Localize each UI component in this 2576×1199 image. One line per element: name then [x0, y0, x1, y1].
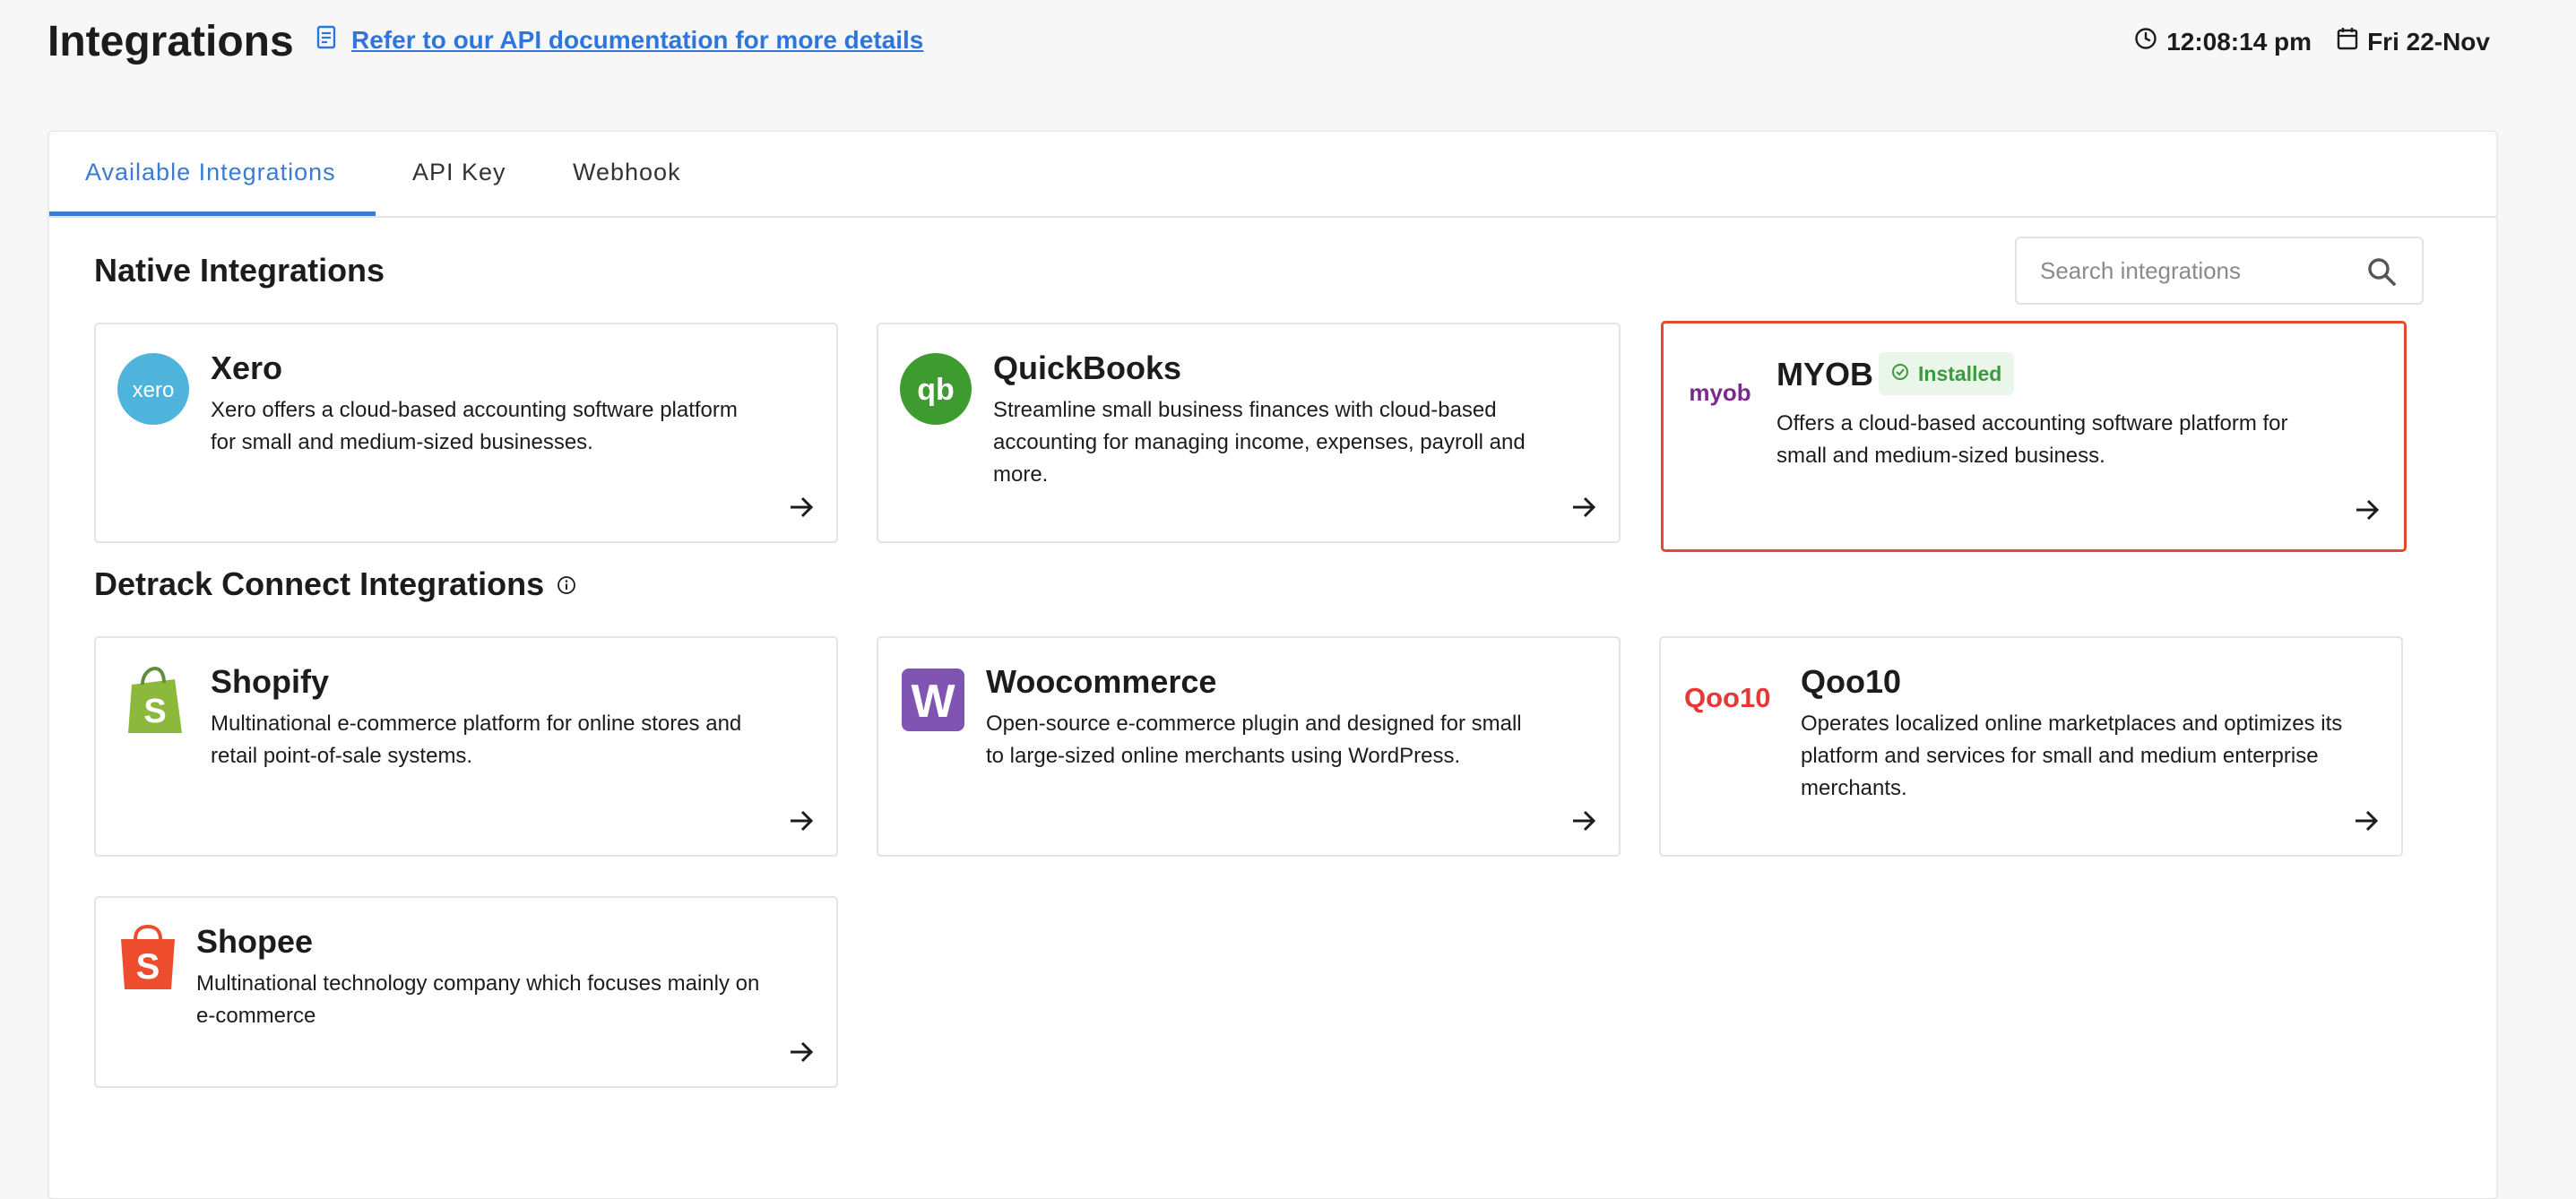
page-title: Integrations	[48, 18, 294, 65]
integration-card-qoo10[interactable]: Qoo10 Qoo10 Operates localized online ma…	[1659, 636, 2403, 857]
native-integrations-title: Native Integrations	[94, 252, 385, 289]
active-tab-indicator	[49, 211, 376, 216]
arrow-right-icon[interactable]	[788, 807, 815, 839]
shopee-logo: S	[117, 924, 178, 997]
woocommerce-logo: W	[902, 669, 964, 736]
myob-logo: myob	[1689, 375, 1751, 416]
tab-available-integrations[interactable]: Available Integrations	[85, 159, 336, 186]
card-title: QuickBooks	[993, 349, 1182, 386]
qoo10-logo: Qoo10	[1684, 679, 1777, 720]
document-icon	[316, 25, 339, 55]
svg-text:S: S	[136, 947, 160, 987]
svg-text:Qoo10: Qoo10	[1684, 682, 1770, 713]
integration-card-shopee[interactable]: S Shopee Multinational technology compan…	[94, 896, 838, 1088]
svg-text:qb: qb	[917, 373, 955, 407]
datetime-display: 12:08:14 pm Fri 22-Nov	[2134, 27, 2490, 56]
search-box[interactable]	[2015, 237, 2424, 305]
current-time: 12:08:14 pm	[2166, 27, 2312, 56]
current-date: Fri 22-Nov	[2367, 27, 2490, 56]
arrow-right-icon[interactable]	[1570, 807, 1597, 839]
arrow-right-icon[interactable]	[2354, 496, 2381, 528]
calendar-icon	[2337, 27, 2358, 56]
card-title: Shopify	[211, 663, 329, 700]
card-description: Open-source e-commerce plugin and design…	[986, 712, 1522, 768]
info-icon[interactable]	[557, 565, 576, 603]
svg-text:S: S	[143, 693, 166, 730]
svg-text:xero: xero	[133, 378, 175, 402]
xero-logo: xero	[117, 353, 189, 429]
integration-card-myob[interactable]: myob MYOB Installed Offers a cloud-based…	[1661, 321, 2407, 552]
tab-api-key[interactable]: API Key	[412, 159, 506, 186]
card-title: Xero	[211, 349, 283, 386]
api-doc-link-text[interactable]: Refer to our API documentation for more …	[351, 26, 923, 55]
integrations-panel: Available Integrations API Key Webhook N…	[48, 131, 2497, 1199]
quickbooks-logo: qb	[900, 353, 972, 429]
api-doc-link[interactable]: Refer to our API documentation for more …	[316, 25, 923, 55]
installed-badge: Installed	[1879, 352, 2015, 395]
connect-integrations-heading: Detrack Connect Integrations	[94, 565, 576, 603]
page-header: Integrations Refer to our API documentat…	[0, 0, 2576, 90]
card-description: Multinational technology company which f…	[196, 971, 760, 1028]
tab-bar: Available Integrations API Key Webhook	[49, 132, 2496, 218]
svg-text:myob: myob	[1689, 379, 1750, 406]
card-description: Streamline small business finances with …	[993, 398, 1526, 487]
shopify-logo: S	[123, 666, 186, 741]
integration-card-woocommerce[interactable]: W Woocommerce Open-source e-commerce plu…	[877, 636, 1621, 857]
svg-text:W: W	[911, 676, 955, 728]
integration-card-shopify[interactable]: S Shopify Multinational e-commerce platf…	[94, 636, 838, 857]
card-description: Multinational e-commerce platform for on…	[211, 712, 742, 768]
card-description: Offers a cloud-based accounting software…	[1776, 411, 2288, 468]
arrow-right-icon[interactable]	[788, 494, 815, 525]
card-description: Xero offers a cloud-based accounting sof…	[211, 398, 738, 454]
integration-card-quickbooks[interactable]: qb QuickBooks Streamline small business …	[877, 323, 1621, 543]
arrow-right-icon[interactable]	[1570, 494, 1597, 525]
arrow-right-icon[interactable]	[788, 1039, 815, 1070]
tab-webhook[interactable]: Webhook	[573, 159, 681, 186]
arrow-right-icon[interactable]	[2353, 807, 2380, 839]
clock-icon	[2134, 27, 2157, 56]
integration-card-xero[interactable]: xero Xero Xero offers a cloud-based acco…	[94, 323, 838, 543]
card-title: MYOB	[1776, 356, 1873, 392]
card-description: Operates localized online marketplaces a…	[1801, 712, 2343, 800]
search-input[interactable]	[2038, 253, 2356, 289]
search-icon[interactable]	[2366, 256, 2397, 291]
card-title: Shopee	[196, 923, 314, 960]
card-title: Qoo10	[1801, 663, 1902, 700]
check-circle-icon	[1891, 362, 1909, 386]
connect-integrations-title: Detrack Connect Integrations	[94, 565, 545, 602]
card-title: Woocommerce	[986, 663, 1217, 700]
installed-badge-label: Installed	[1918, 361, 2002, 385]
